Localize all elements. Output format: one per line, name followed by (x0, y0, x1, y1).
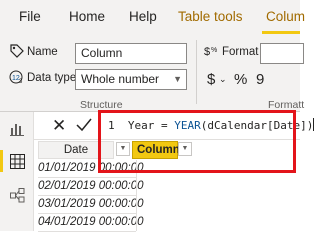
svg-text:3: 3 (19, 79, 23, 84)
dropdown-icon[interactable]: ▼ (116, 142, 130, 156)
group-divider (196, 40, 197, 104)
formula-text-before: Year = (127, 119, 175, 132)
table-row[interactable]: 03/01/2019 00:00:00 (38, 196, 144, 214)
column-header-column[interactable]: Column (132, 141, 180, 159)
line-number: 1 (108, 119, 115, 132)
format-label: Format (222, 46, 259, 58)
currency-button[interactable]: $ (207, 71, 215, 88)
name-tag-icon (10, 44, 24, 58)
active-view-indicator (0, 150, 3, 172)
formula-function: YEAR (174, 119, 201, 132)
name-input[interactable]: Column (75, 43, 187, 64)
cancel-icon[interactable]: ✕ (52, 117, 66, 135)
svg-text:%: % (211, 47, 217, 54)
formula-text-after: (dCalendar[Date]) (200, 119, 314, 132)
formula-editor[interactable]: 1 Year = YEAR(dCalendar[Date]) (108, 118, 315, 132)
dropdown-icon[interactable]: ▼ (178, 142, 192, 156)
model-view-icon[interactable] (10, 188, 25, 203)
data-view-icon[interactable] (10, 154, 25, 169)
report-view-icon[interactable] (10, 122, 24, 136)
tab-home[interactable]: Home (69, 0, 105, 34)
text-caret (313, 118, 315, 131)
data-type-icon: 12 3 (9, 70, 23, 84)
name-label: Name (27, 46, 58, 58)
datatype-select[interactable]: Whole number ▼ (75, 69, 187, 90)
ribbon-tabs: File Home Help Table tools Colum (0, 0, 305, 34)
tab-help[interactable]: Help (129, 0, 157, 34)
left-nav (0, 112, 34, 231)
format-input[interactable] (260, 43, 304, 64)
svg-text:$: $ (204, 46, 210, 58)
column-divider (136, 160, 137, 231)
tab-column-tools[interactable]: Colum (266, 0, 305, 34)
formatting-group-label: Formatt (268, 99, 305, 111)
ribbon: Name Column 12 3 Data type Whole number … (0, 34, 304, 112)
percent-button[interactable]: % (234, 71, 247, 88)
datatype-value: Whole number (81, 72, 160, 86)
commit-icon[interactable] (76, 118, 92, 132)
structure-group-label: Structure (80, 99, 123, 111)
comma-button[interactable]: 9 (256, 71, 264, 88)
tab-table-tools[interactable]: Table tools (178, 0, 243, 34)
datatype-label: Data type (27, 72, 77, 84)
format-icon: $ % (204, 46, 217, 58)
currency-dropdown-icon[interactable]: ⌄ (219, 74, 227, 85)
column-header-date[interactable]: Date (38, 141, 114, 159)
tab-file[interactable]: File (19, 0, 41, 34)
table-row[interactable]: 04/01/2019 00:00:00 (38, 214, 144, 232)
table-row[interactable]: 01/01/2019 00:00:00 (38, 160, 144, 178)
table-row[interactable]: 02/01/2019 00:00:00 (38, 178, 144, 196)
chevron-down-icon: ▼ (173, 74, 182, 84)
